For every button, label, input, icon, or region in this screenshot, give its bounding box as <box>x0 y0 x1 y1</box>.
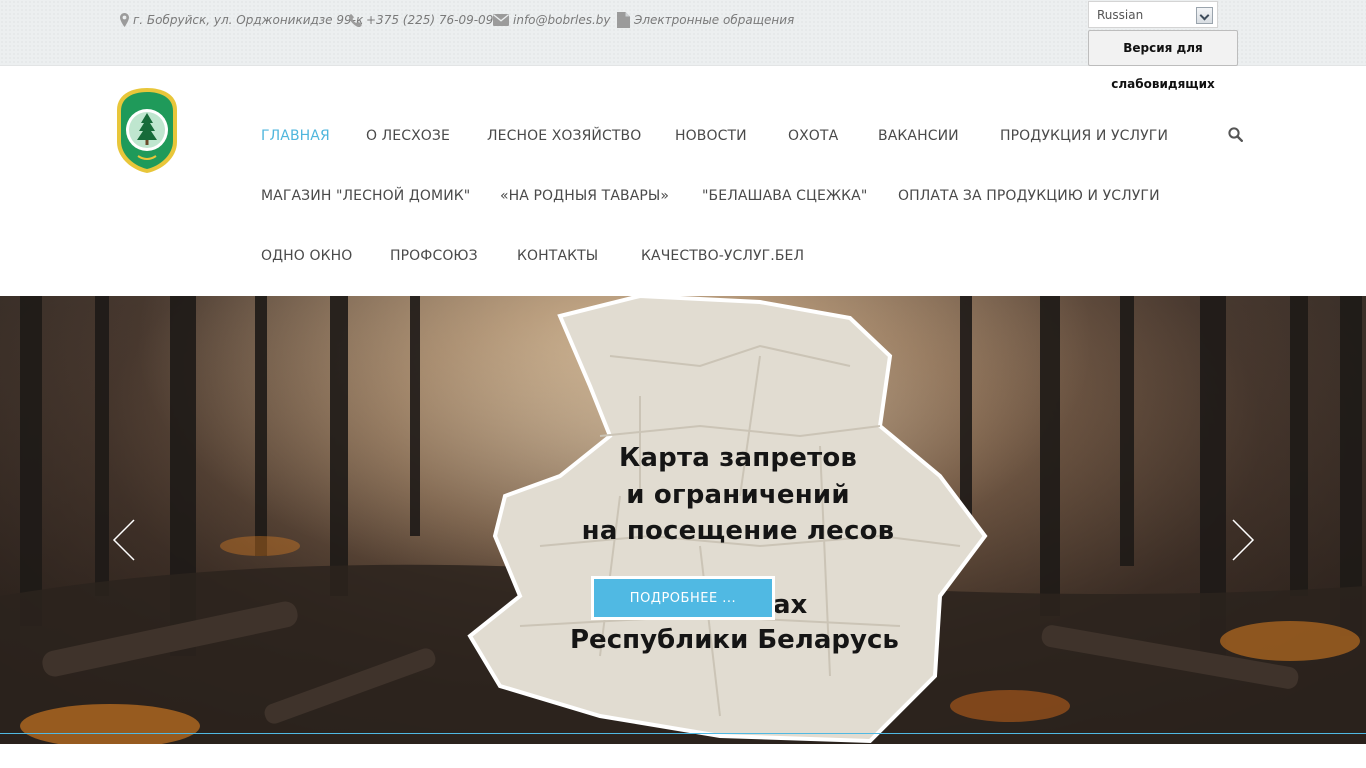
nav-item-belashava-trail[interactable]: "БЕЛАШАВА СЦЕЖКА" <box>702 186 867 206</box>
phone-contact[interactable]: +375 (225) 76-09-09 <box>349 10 493 30</box>
nav-item-home[interactable]: ГЛАВНАЯ <box>261 126 330 146</box>
email-contact[interactable]: info@bobrles.by <box>493 10 611 30</box>
phone-text: +375 (225) 76-09-09 <box>366 13 494 27</box>
language-select[interactable]: Russian <box>1088 1 1218 28</box>
slider-progress-line <box>0 733 1366 734</box>
nav-item-hunting[interactable]: ОХОТА <box>788 126 838 146</box>
slider-prev-arrow-icon[interactable] <box>112 518 136 562</box>
language-selected-value: Russian <box>1097 7 1144 22</box>
search-icon <box>1228 127 1243 142</box>
slide-title-line3: на посещение лесов <box>581 516 895 546</box>
slide-title-line5: Республики Беларусь <box>570 625 899 655</box>
nav-item-products[interactable]: ПРОДУКЦИЯ И УСЛУГИ <box>1000 126 1168 146</box>
forestry-emblem-icon <box>117 88 177 173</box>
nav-item-native-goods[interactable]: «НА РОДНЫЯ ТАВАРЫ» <box>500 186 669 206</box>
map-marker-icon <box>120 13 129 27</box>
email-text: info@bobrles.by <box>513 13 611 27</box>
nav-item-about[interactable]: О ЛЕСХОЗЕ <box>366 126 450 146</box>
site-logo[interactable] <box>114 86 180 174</box>
accessibility-label-line1: Версия для <box>1123 41 1203 55</box>
nav-item-contacts[interactable]: КОНТАКТЫ <box>517 246 598 266</box>
phone-icon <box>349 13 362 27</box>
read-more-button[interactable]: ПОДРОБНЕЕ ... <box>591 576 775 620</box>
slide-title-fragment: ах <box>773 590 808 620</box>
nav-item-forestry[interactable]: ЛЕСНОЕ ХОЗЯЙСТВО <box>487 126 641 146</box>
slide-title-line1: Карта запретов <box>618 443 858 473</box>
nav-item-trade-union[interactable]: ПРОФСОЮЗ <box>390 246 478 266</box>
chevron-down-icon <box>1196 7 1213 24</box>
accessibility-label-line2[interactable]: слабовидящих <box>1088 77 1238 91</box>
appeals-text: Электронные обращения <box>634 13 795 27</box>
document-icon <box>617 12 630 28</box>
appeals-link[interactable]: Электронные обращения <box>617 10 794 30</box>
address-text: г. Бобруйск, ул. Орджоникидзе 99-к <box>133 13 364 27</box>
slide-title-line2: и ограничений <box>626 480 850 510</box>
nav-item-quality[interactable]: КАЧЕСТВО-УСЛУГ.БЕЛ <box>641 246 804 266</box>
nav-item-vacancies[interactable]: ВАКАНСИИ <box>878 126 959 146</box>
nav-item-payment[interactable]: ОПЛАТА ЗА ПРОДУКЦИЮ И УСЛУГИ <box>898 186 1160 206</box>
search-button[interactable] <box>1228 127 1243 146</box>
nav-item-one-window[interactable]: ОДНО ОКНО <box>261 246 352 266</box>
nav-item-news[interactable]: НОВОСТИ <box>675 126 747 146</box>
address-contact: г. Бобруйск, ул. Орджоникидзе 99-к <box>120 10 363 30</box>
nav-item-shop[interactable]: МАГАЗИН "ЛЕСНОЙ ДОМИК" <box>261 186 470 206</box>
slider-next-arrow-icon[interactable] <box>1231 518 1255 562</box>
envelope-icon <box>493 14 509 26</box>
